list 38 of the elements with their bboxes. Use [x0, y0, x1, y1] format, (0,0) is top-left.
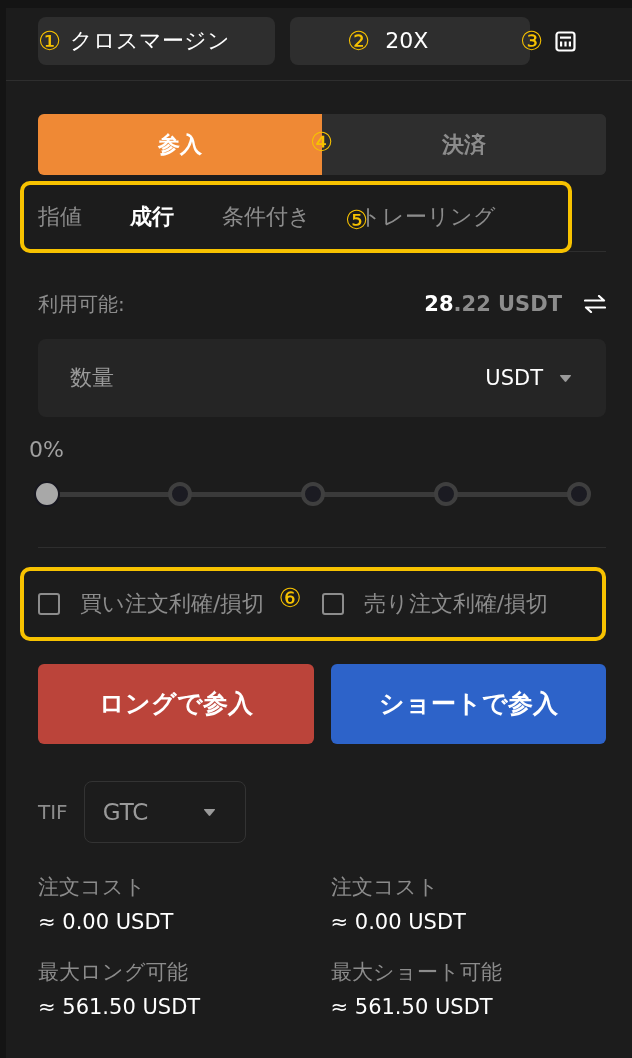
caret-down-icon: [202, 807, 216, 817]
caret-down-icon: [559, 373, 572, 383]
stat-value: ≈ 561.50 USDT: [330, 994, 494, 1021]
stat-label: 最大ロング可能: [38, 959, 189, 986]
checkbox-label[interactable]: 買い注文利確/損切: [80, 589, 265, 619]
slider-reading: 0%: [29, 436, 64, 464]
slider-track[interactable]: [34, 481, 592, 507]
stat-label: 注文コスト: [38, 874, 147, 901]
stat-label: 注文コスト: [330, 874, 440, 901]
tif-label: TIF: [38, 799, 68, 826]
quantity-field[interactable]: 数量 USDT: [38, 339, 606, 417]
swap-arrows-icon[interactable]: [584, 295, 606, 313]
stat-value: ≈ 0.00 USDT: [330, 909, 467, 936]
stat-value: ≈ 0.00 USDT: [38, 909, 175, 936]
checkbox[interactable]: [321, 593, 344, 615]
unit-select[interactable]: USDT: [485, 363, 572, 393]
stat-value: ≈ 561.50 USDT: [38, 994, 202, 1021]
stat-label: 最大ショート可能: [330, 959, 503, 986]
checkbox[interactable]: [38, 593, 60, 615]
slider-thumb[interactable]: [34, 481, 60, 507]
checkbox-label[interactable]: 売り注文利確/損切: [363, 589, 549, 619]
slider-stop-icon: [434, 482, 458, 506]
action-button[interactable]: ショートで参入: [330, 664, 606, 744]
order-type-tab[interactable]: 条件付き: [222, 202, 311, 232]
calculator-icon[interactable]: [555, 30, 577, 52]
annotation-marker: ①: [38, 26, 62, 56]
margin-mode-button[interactable]: ① クロスマージン: [38, 17, 275, 65]
slider-stop-icon: [567, 482, 591, 506]
annotation-marker: ⑥: [278, 583, 302, 613]
action-button[interactable]: ロングで参入: [38, 664, 314, 744]
order-type-tab[interactable]: 成行: [130, 202, 174, 232]
available-label: 利用可能:: [38, 291, 125, 318]
annotation-marker: ②: [347, 26, 371, 56]
tif-select[interactable]: GTC: [83, 781, 246, 843]
available-balance: 28.22 USDT: [424, 291, 562, 318]
slider-stop-icon: [301, 482, 325, 506]
slider-stop-icon: [168, 482, 192, 506]
order-type-tab[interactable]: 指値: [38, 202, 82, 232]
